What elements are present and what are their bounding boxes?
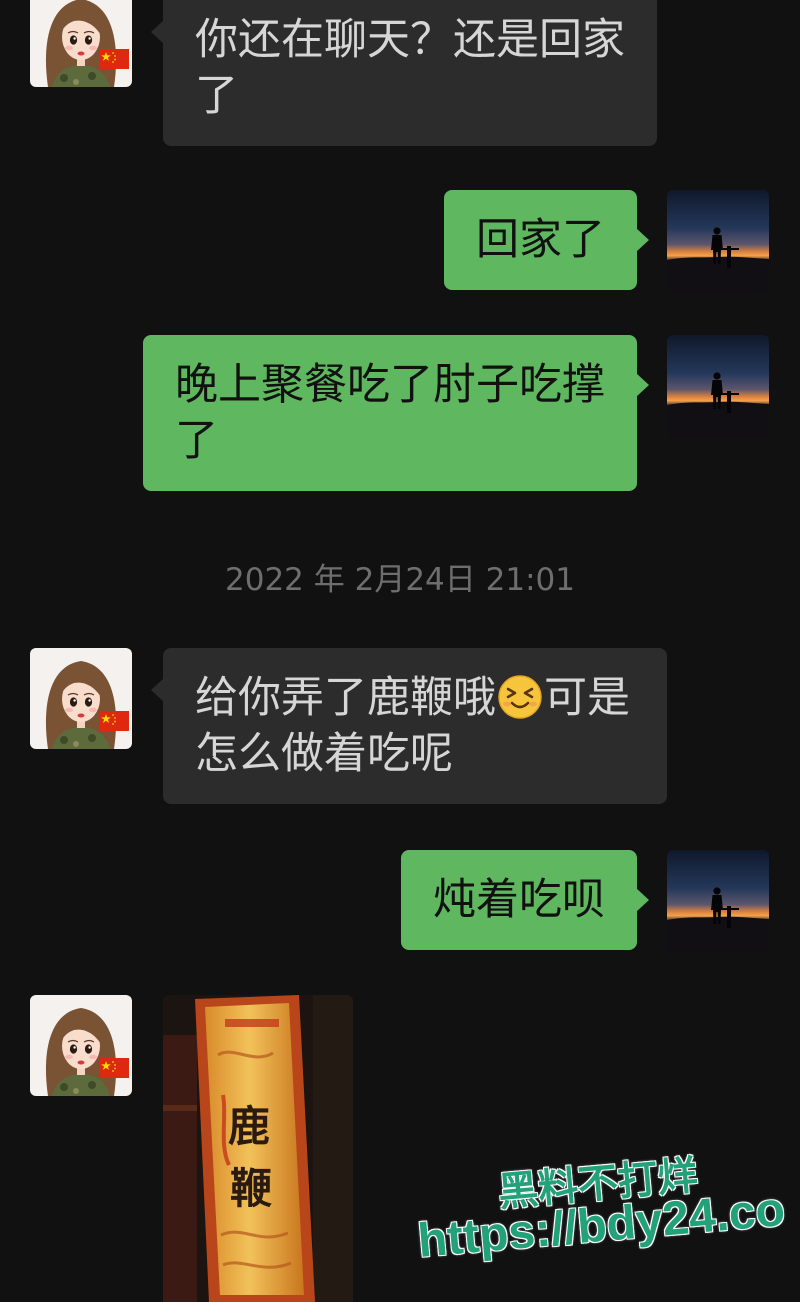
girl-cartoon-avatar-icon: [30, 0, 132, 87]
message-text: 炖着吃呗: [433, 876, 605, 924]
image-message[interactable]: 鹿 鞭: [163, 995, 353, 1302]
contact-avatar-girl-cartoon-icon[interactable]: [30, 995, 132, 1096]
girl-cartoon-avatar-icon: [30, 995, 132, 1096]
incoming-message-bubble[interactable]: 给你弄了鹿鞭哦 可是怎么做着吃呢: [151, 648, 667, 804]
chat-timestamp: 2022 年 2月24日 21:01: [225, 562, 575, 598]
outgoing-message-bubble[interactable]: 回家了: [444, 190, 649, 290]
message-text: 回家了: [476, 216, 605, 264]
my-avatar-sunset-icon[interactable]: [667, 335, 769, 436]
sunset-silhouette-avatar-icon: [667, 850, 769, 951]
my-avatar-sunset-icon[interactable]: [667, 190, 769, 291]
sunset-silhouette-avatar-icon: [667, 335, 769, 436]
package-label-char: 鞭: [230, 1164, 272, 1213]
deer-product-package-photo: 鹿 鞭: [163, 995, 353, 1302]
sunset-silhouette-avatar-icon: [667, 190, 769, 291]
message-text: 你还在聊天？还是回家了: [195, 16, 625, 120]
grinning-squinting-face-emoji-icon: [497, 674, 543, 720]
incoming-message-bubble[interactable]: 你还在聊天？还是回家了: [151, 0, 657, 146]
chat-message-list[interactable]: 你还在聊天？还是回家了 回家了 晚上聚餐吃了肘子吃撑了 2022 年 2月24日…: [0, 0, 800, 1302]
contact-avatar-girl-cartoon-icon[interactable]: [30, 648, 132, 749]
outgoing-message-bubble[interactable]: 晚上聚餐吃了肘子吃撑了: [143, 335, 649, 491]
message-text: 给你弄了鹿鞭哦: [195, 674, 496, 722]
contact-avatar-girl-cartoon-icon[interactable]: [30, 0, 132, 87]
girl-cartoon-avatar-icon: [30, 648, 132, 749]
package-label-char: 鹿: [228, 1102, 270, 1151]
outgoing-message-bubble[interactable]: 炖着吃呗: [401, 850, 649, 950]
my-avatar-sunset-icon[interactable]: [667, 850, 769, 951]
message-text: 晚上聚餐吃了肘子吃撑了: [175, 361, 605, 465]
